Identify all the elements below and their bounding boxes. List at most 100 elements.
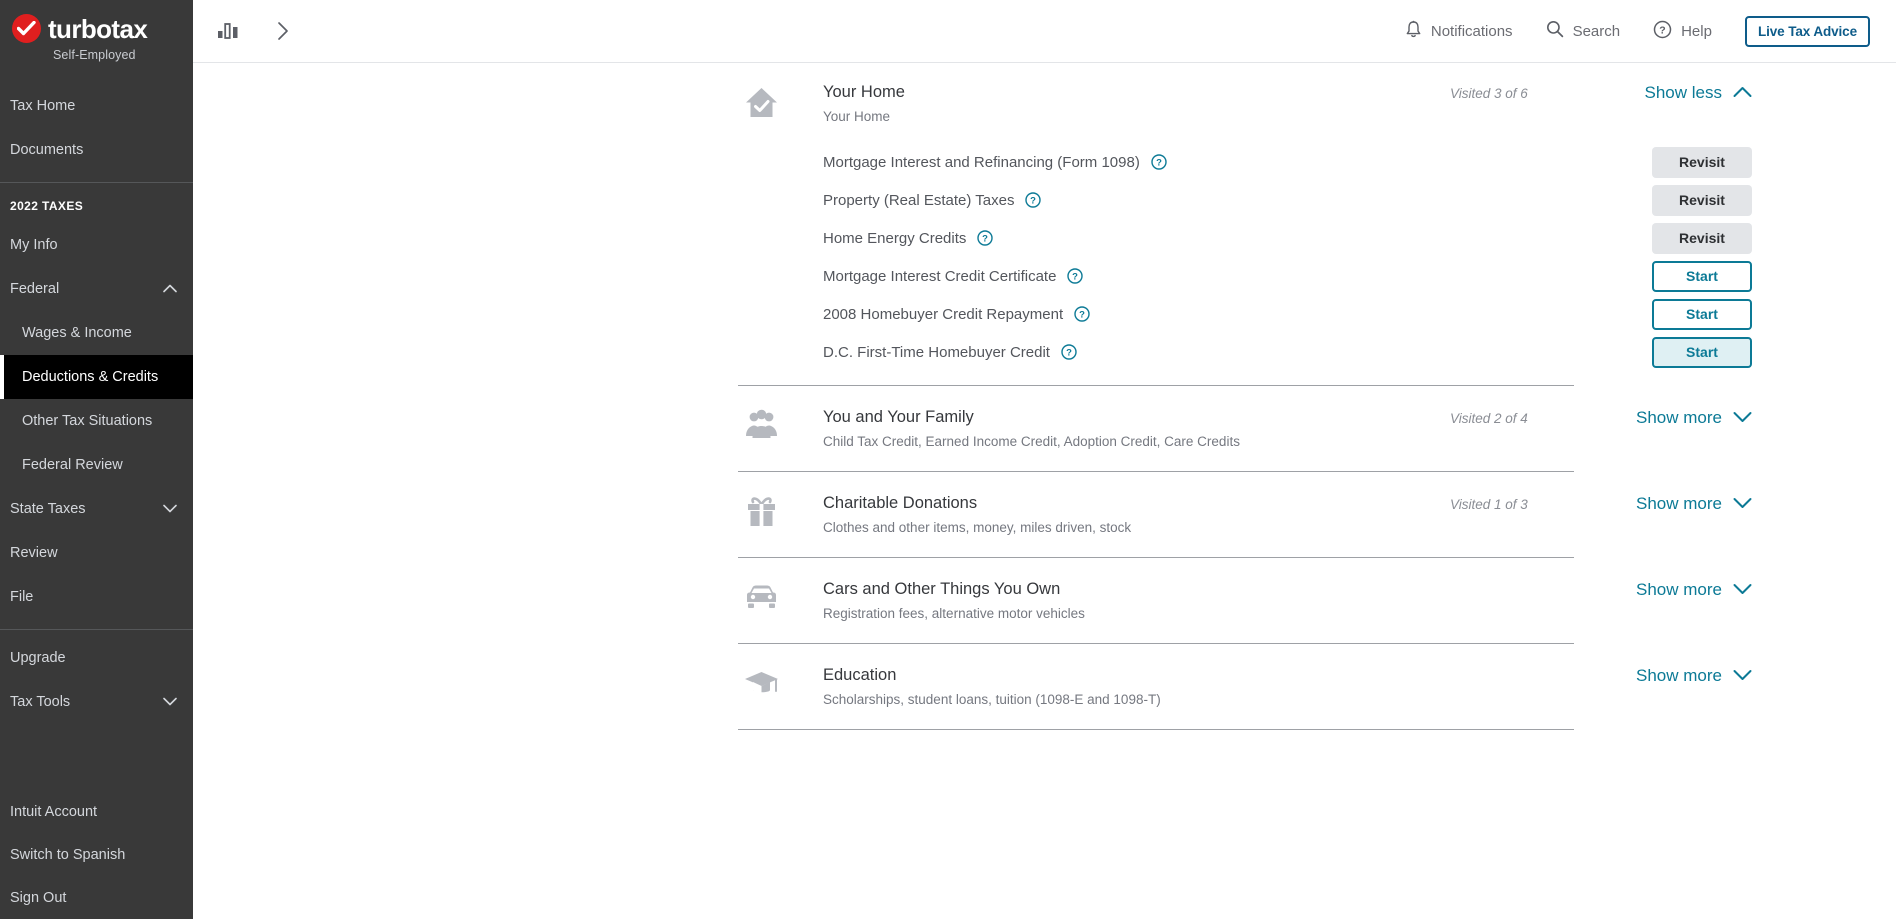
revisit-button[interactable]: Revisit [1652,223,1752,254]
start-button[interactable]: Start [1652,261,1752,292]
section-toggle-show-more[interactable]: Show more [1600,580,1752,600]
notifications-button[interactable]: Notifications [1405,20,1513,43]
section-charitable-donations: Charitable Donations Clothes and other i… [738,472,1752,558]
section-toggle-label: Show more [1636,408,1722,428]
car-icon [738,580,784,613]
sidebar-item-other-tax-situations[interactable]: Other Tax Situations [0,399,193,443]
chevron-up-icon [163,281,177,297]
home-check-icon [738,83,784,121]
section-you-and-your-family: You and Your Family Child Tax Credit, Ea… [738,386,1752,472]
bell-icon [1405,20,1422,43]
sidebar-item-label: File [10,589,33,605]
section-title: Charitable Donations [823,494,1450,513]
sidebar-item-tax-tools[interactable]: Tax Tools [0,680,193,724]
sidebar-item-federal[interactable]: Federal [0,267,193,311]
revisit-button[interactable]: Revisit [1652,147,1752,178]
help-circle-icon[interactable]: ? [1061,344,1077,360]
search-icon [1546,20,1564,42]
help-circle-icon[interactable]: ? [977,230,993,246]
chevron-down-icon [163,501,177,517]
sidebar-item-upgrade[interactable]: Upgrade [0,636,193,680]
subitem-label: Mortgage Interest and Refinancing (Form … [823,154,1140,171]
section-header[interactable]: Cars and Other Things You Own Registrati… [738,558,1752,643]
sidebar-item-file[interactable]: File [0,575,193,619]
section-toggle-show-more[interactable]: Show more [1600,494,1752,514]
revisit-button[interactable]: Revisit [1652,185,1752,216]
subitem-row: Mortgage Interest Credit Certificate ? S… [823,257,1752,295]
sidebar-divider-1 [0,182,193,183]
section-toggle-show-more[interactable]: Show more [1600,408,1752,428]
section-visited-count: Visited 3 of 6 [1450,83,1600,101]
section-subitems: Mortgage Interest and Refinancing (Form … [738,125,1752,385]
chevron-down-icon [163,694,177,710]
sidebar-item-label: Tax Home [10,98,75,114]
sidebar-item-my-info[interactable]: My Info [0,223,193,267]
section-toggle-show-more[interactable]: Show more [1600,666,1752,686]
section-visited-count [1450,580,1600,583]
help-circle-icon[interactable]: ? [1074,306,1090,322]
section-subtitle: Scholarships, student loans, tuition (10… [823,692,1450,707]
section-visited-count: Visited 1 of 3 [1450,494,1600,512]
help-circle-icon[interactable]: ? [1025,192,1041,208]
chevron-down-icon [1733,408,1752,428]
notifications-label: Notifications [1431,23,1513,40]
section-title: You and Your Family [823,408,1450,427]
svg-text:?: ? [1031,196,1037,207]
brand-logo[interactable]: turbotax Self-Employed [0,0,193,62]
sidebar-item-switch-to-spanish[interactable]: Switch to Spanish [0,833,193,876]
section-header[interactable]: Charitable Donations Clothes and other i… [738,472,1752,557]
section-toggle-label: Show more [1636,580,1722,600]
section-your-home: Your Home Your Home Visited 3 of 6 Show … [738,63,1752,386]
brand-edition: Self-Employed [53,48,193,62]
subitem-row: Home Energy Credits ? Revisit [823,219,1752,257]
section-toggle-show-less[interactable]: Show less [1600,83,1752,103]
gift-icon [738,494,784,529]
sidebar-item-label: State Taxes [10,501,86,517]
subitem-row: Mortgage Interest and Refinancing (Form … [823,143,1752,181]
sidebar-item-label: Other Tax Situations [22,413,152,429]
sidebar-item-label: Switch to Spanish [10,847,125,863]
section-subtitle: Child Tax Credit, Earned Income Credit, … [823,434,1450,449]
live-tax-advice-button[interactable]: Live Tax Advice [1745,16,1870,47]
sidebar-item-tax-home[interactable]: Tax Home [0,84,193,128]
turbotax-app: turbotax Self-Employed Tax Home Document… [0,0,1896,919]
section-header[interactable]: Your Home Your Home Visited 3 of 6 Show … [738,63,1752,125]
section-header[interactable]: Education Scholarships, student loans, t… [738,644,1752,729]
sidebar-item-deductions-credits[interactable]: Deductions & Credits [0,355,193,399]
sidebar-item-label: Tax Tools [10,694,70,710]
chevron-down-icon [1733,666,1752,686]
help-circle-icon[interactable]: ? [1151,154,1167,170]
sidebar-item-state-taxes[interactable]: State Taxes [0,487,193,531]
chevron-up-icon [1733,83,1752,103]
search-button[interactable]: Search [1546,20,1621,42]
sidebar-item-label: Federal [10,281,59,297]
section-subtitle: Registration fees, alternative motor veh… [823,606,1450,621]
sidebar-item-sign-out[interactable]: Sign Out [0,876,193,919]
section-toggle-label: Show more [1636,494,1722,514]
help-button[interactable]: ? Help [1653,20,1712,43]
sidebar-item-documents[interactable]: Documents [0,128,193,172]
bar-chart-icon[interactable] [217,22,239,40]
svg-text:?: ? [1659,24,1665,36]
sidebar-tax-nav: My Info Federal Wages & Income Deduction… [0,223,193,619]
subitem-label: 2008 Homebuyer Credit Repayment [823,306,1063,323]
subitem-label: Mortgage Interest Credit Certificate [823,268,1056,285]
chevron-down-icon [1733,494,1752,514]
help-circle-icon[interactable]: ? [1067,268,1083,284]
sidebar-item-label: Sign Out [10,890,66,906]
sidebar-item-federal-review[interactable]: Federal Review [0,443,193,487]
sidebar-item-intuit-account[interactable]: Intuit Account [0,790,193,833]
sidebar-item-label: My Info [10,237,58,253]
sidebar-bottom-nav: Intuit Account Switch to Spanish Sign Ou… [0,790,193,919]
subitem-label: Property (Real Estate) Taxes [823,192,1014,209]
deductions-credits-list: Your Home Your Home Visited 3 of 6 Show … [193,63,1896,730]
sidebar-item-review[interactable]: Review [0,531,193,575]
chevron-right-icon[interactable] [277,21,289,41]
sidebar-section-label: 2022 TAXES [0,189,193,223]
section-header[interactable]: You and Your Family Child Tax Credit, Ea… [738,386,1752,471]
start-button[interactable]: Start [1652,337,1752,368]
sidebar: turbotax Self-Employed Tax Home Document… [0,0,193,919]
svg-text:?: ? [1079,310,1085,321]
sidebar-item-wages-income[interactable]: Wages & Income [0,311,193,355]
start-button[interactable]: Start [1652,299,1752,330]
